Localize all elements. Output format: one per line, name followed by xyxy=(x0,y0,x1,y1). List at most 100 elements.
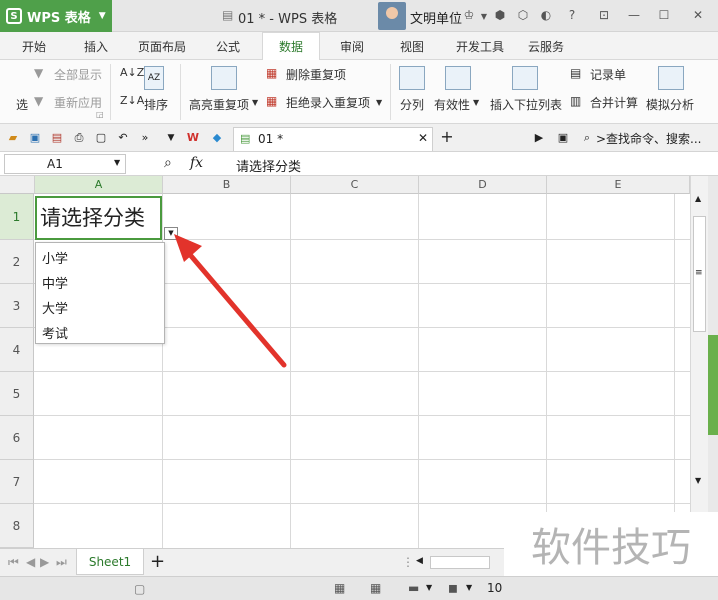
play-icon[interactable]: ▶ xyxy=(532,131,546,145)
column-header-e[interactable]: E xyxy=(547,176,690,194)
row-header[interactable]: 1 xyxy=(0,194,34,240)
tab-data[interactable]: 数据 xyxy=(262,32,320,60)
sort-asc-icon[interactable]: A↓Z xyxy=(120,66,144,79)
cube-icon[interactable]: ◆ xyxy=(210,131,224,145)
next-sheet-icon[interactable]: ▶ xyxy=(40,555,49,569)
zoom-search-icon[interactable]: ⌕ xyxy=(164,155,172,171)
document-tab[interactable]: ▤ 01 * ✕ xyxy=(233,127,433,151)
wps-w-icon[interactable]: W xyxy=(186,131,200,145)
remove-duplicates-button[interactable]: 删除重复项 xyxy=(286,66,346,83)
normal-view-icon[interactable]: ▦ xyxy=(334,581,345,595)
row-header[interactable]: 7 xyxy=(0,460,34,504)
help-icon[interactable]: ? xyxy=(564,8,580,24)
chevron-down-icon[interactable]: ▼ xyxy=(376,98,382,107)
dropdown-option[interactable]: 小学 xyxy=(42,248,68,267)
close-tab-icon[interactable]: ✕ xyxy=(418,131,428,145)
tab-review[interactable]: 审阅 xyxy=(340,38,364,55)
tab-view[interactable]: 视图 xyxy=(400,38,424,55)
macro-icon[interactable]: ▢ xyxy=(134,582,145,596)
formula-input[interactable]: 请选择分类 xyxy=(236,156,301,175)
split-handle-icon[interactable]: ⋮ xyxy=(402,555,414,569)
app-menu-button[interactable]: S WPS 表格 ▼ xyxy=(0,0,112,32)
vertical-scrollbar[interactable]: ▲ ≡ ▼ xyxy=(690,176,708,548)
chevron-down-icon[interactable]: ▼ xyxy=(114,158,120,167)
scroll-left-icon[interactable]: ◀ xyxy=(416,556,423,566)
command-search-input[interactable]: >查找命令、搜索... xyxy=(596,130,702,147)
sheet-tab[interactable]: Sheet1 xyxy=(76,549,144,575)
row-header[interactable]: 2 xyxy=(0,240,34,284)
sort-button[interactable]: 排序 xyxy=(144,96,168,113)
tab-cloud[interactable]: 云服务 xyxy=(528,38,564,55)
tab-developer[interactable]: 开发工具 xyxy=(456,38,504,55)
skin-icon[interactable]: ⬢ xyxy=(492,8,508,24)
fx-icon[interactable]: fx xyxy=(190,155,203,171)
open-icon[interactable]: ▰ xyxy=(6,131,20,145)
column-header-b[interactable]: B xyxy=(163,176,291,194)
select-all-corner[interactable] xyxy=(0,176,35,194)
column-header-d[interactable]: D xyxy=(419,176,547,194)
show-all-button[interactable]: 全部显示 xyxy=(54,66,102,83)
close-icon[interactable]: ✕ xyxy=(690,8,706,24)
chevron-down-icon[interactable]: ▼ xyxy=(476,12,492,28)
horizontal-scroll-thumb[interactable] xyxy=(430,556,490,569)
filter-partial-label[interactable]: 选 xyxy=(16,96,28,113)
chevron-down-icon[interactable]: ▼ xyxy=(426,583,432,592)
dropdown-option[interactable]: 中学 xyxy=(42,273,68,292)
restore-icon[interactable]: ⊡ xyxy=(596,8,612,24)
page-break-view-icon[interactable]: ▦ xyxy=(370,581,381,595)
tab-home[interactable]: 开始 xyxy=(22,38,46,55)
split-column-button[interactable]: 分列 xyxy=(400,96,424,113)
insert-dropdown-list-button[interactable]: 插入下拉列表 xyxy=(490,96,562,113)
chevron-down-icon[interactable]: ▼ xyxy=(473,98,479,107)
tab-formulas[interactable]: 公式 xyxy=(216,38,240,55)
add-sheet-button[interactable]: + xyxy=(150,551,165,572)
page-layout-view-icon[interactable]: ▬ xyxy=(408,581,419,595)
first-sheet-icon[interactable]: ⏮ xyxy=(8,555,19,570)
share-icon[interactable]: ▣ xyxy=(556,131,570,145)
column-header-c[interactable]: C xyxy=(291,176,419,194)
row-header[interactable]: 3 xyxy=(0,284,34,328)
dropdown-option[interactable]: 大学 xyxy=(42,298,68,317)
reapply-button[interactable]: 重新应用 xyxy=(54,94,102,111)
undo-icon[interactable]: ↶ xyxy=(116,131,130,145)
customize-icon[interactable]: ▼ xyxy=(164,131,178,145)
row-header[interactable]: 5 xyxy=(0,372,34,416)
dropdown-option[interactable]: 考试 xyxy=(42,323,68,342)
eye-protect-icon[interactable]: ◼ xyxy=(448,581,458,595)
reject-duplicates-button[interactable]: 拒绝录入重复项 xyxy=(286,94,370,111)
export-pdf-icon[interactable]: ▤ xyxy=(50,131,64,145)
record-form-button[interactable]: 记录单 xyxy=(590,66,626,83)
prev-sheet-icon[interactable]: ◀ xyxy=(26,555,35,569)
tab-page-layout[interactable]: 页面布局 xyxy=(138,38,186,55)
avatar[interactable] xyxy=(378,2,406,30)
name-box[interactable]: A1 xyxy=(4,154,126,174)
feedback-icon[interactable]: ◐ xyxy=(538,8,554,24)
scroll-down-icon[interactable]: ▼ xyxy=(695,476,701,485)
row-header[interactable]: 6 xyxy=(0,416,34,460)
validity-button[interactable]: 有效性 xyxy=(434,96,470,113)
sort-desc-icon[interactable]: Z↓A xyxy=(120,94,144,107)
redo-icon[interactable]: » xyxy=(138,131,152,145)
search-icon[interactable]: ⌕ xyxy=(580,131,594,145)
zoom-level[interactable]: 10 xyxy=(487,581,502,595)
cell-a1[interactable]: 请选择分类 xyxy=(35,196,162,240)
minimize-icon[interactable]: — xyxy=(626,8,642,24)
save-icon[interactable]: ▣ xyxy=(28,131,42,145)
side-panel-toggle[interactable] xyxy=(708,335,718,435)
last-sheet-icon[interactable]: ⏭ xyxy=(56,555,67,570)
column-header-a[interactable]: A xyxy=(35,176,163,194)
settings-icon[interactable]: ⬡ xyxy=(515,8,531,24)
simulate-analysis-button[interactable]: 模拟分析 xyxy=(646,96,694,113)
chevron-down-icon[interactable]: ▼ xyxy=(466,583,472,592)
dialog-launcher-icon[interactable]: ◲ xyxy=(96,110,104,119)
row-header[interactable]: 8 xyxy=(0,504,34,548)
merge-calc-button[interactable]: 合并计算 xyxy=(590,94,638,111)
preview-icon[interactable]: ▢ xyxy=(94,131,108,145)
print-icon[interactable]: ⎙ xyxy=(72,131,86,145)
user-name[interactable]: 文明单位 xyxy=(410,8,462,27)
chevron-down-icon[interactable]: ▼ xyxy=(252,98,258,107)
new-tab-icon[interactable]: + xyxy=(440,129,454,145)
row-header[interactable]: 4 xyxy=(0,328,34,372)
highlight-duplicates-button[interactable]: 高亮重复项 xyxy=(189,96,249,113)
scroll-up-icon[interactable]: ▲ xyxy=(695,194,701,203)
